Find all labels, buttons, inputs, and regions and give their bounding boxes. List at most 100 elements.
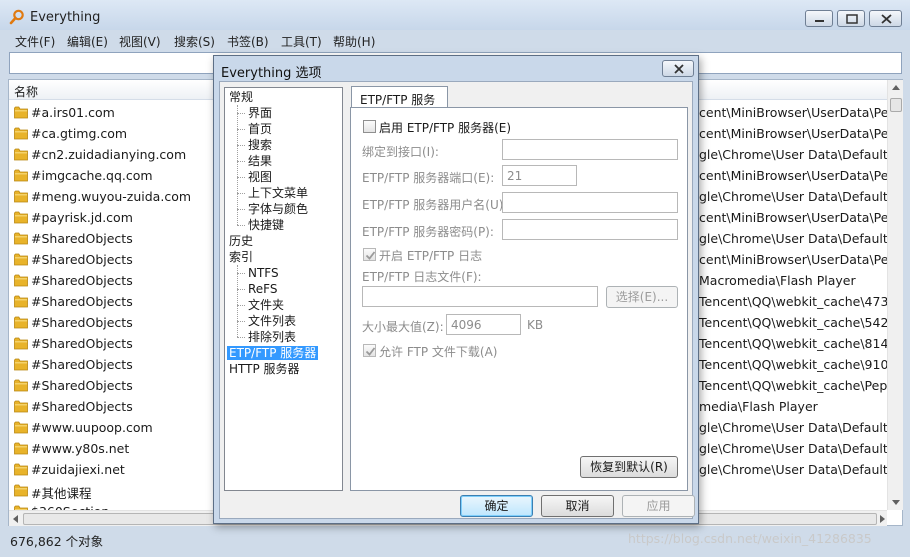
file-name: #www.y80s.net	[31, 441, 130, 456]
tree-connector	[237, 265, 238, 337]
enable-log-checkbox[interactable]	[363, 248, 376, 261]
folder-icon	[14, 169, 28, 182]
tree-item[interactable]: 搜索	[246, 138, 274, 152]
file-path: Tencent\QQ\webkit_cache\91034	[699, 357, 887, 372]
restore-defaults-button[interactable]: 恢复到默认(R)	[580, 456, 678, 478]
tree-item[interactable]: 文件列表	[246, 314, 298, 328]
ok-button[interactable]: 确定	[460, 495, 533, 517]
tree-item[interactable]: 首页	[246, 122, 274, 136]
allow-download-label: 允许 FTP 文件下载(A)	[379, 345, 498, 359]
tree-item[interactable]: 快捷键	[246, 218, 286, 232]
folder-icon	[14, 316, 28, 329]
password-field[interactable]	[502, 219, 678, 240]
tree-item[interactable]: 结果	[246, 154, 274, 168]
close-button[interactable]	[869, 10, 902, 27]
tree-item[interactable]: 上下文菜单	[246, 186, 310, 200]
menu-file[interactable]: 文件(F)	[15, 33, 55, 50]
max-size-label: 大小最大值(Z):	[362, 320, 444, 334]
window-title: Everything	[30, 10, 101, 25]
tree-connector	[237, 289, 245, 290]
tree-item[interactable]: 排除列表	[246, 330, 298, 344]
log-file-label: ETP/FTP 日志文件(F):	[362, 270, 482, 284]
scroll-up-icon[interactable]	[888, 80, 904, 96]
file-path: Macromedia\Flash Player	[699, 273, 856, 288]
enable-ftp-checkbox[interactable]	[363, 120, 376, 133]
enable-ftp-label: 启用 ETP/FTP 服务器(E)	[379, 121, 512, 135]
browse-button[interactable]: 选择(E)...	[606, 286, 678, 308]
file-name: #www.uupoop.com	[31, 420, 153, 435]
tree-connector	[237, 105, 238, 225]
file-name: #SharedObjects	[31, 399, 133, 414]
max-size-field[interactable]: 4096	[446, 314, 521, 335]
menu-help[interactable]: 帮助(H)	[333, 33, 375, 50]
folder-icon	[14, 148, 28, 161]
folder-icon	[14, 400, 28, 413]
apply-button[interactable]: 应用	[622, 495, 695, 517]
tree-connector	[237, 161, 245, 162]
menu-search[interactable]: 搜索(S)	[174, 33, 215, 50]
username-field[interactable]	[502, 192, 678, 213]
menu-edit[interactable]: 编辑(E)	[67, 33, 108, 50]
file-name: #其他课程	[31, 486, 92, 501]
file-path: cent\MiniBrowser\UserData\Pep	[699, 126, 887, 141]
minimize-button[interactable]	[805, 10, 833, 27]
tree-item[interactable]: 索引	[227, 250, 255, 264]
bind-interface-field[interactable]	[502, 139, 678, 160]
folder-icon	[14, 127, 28, 140]
tree-item[interactable]: HTTP 服务器	[227, 362, 302, 376]
file-name: #SharedObjects	[31, 252, 133, 267]
tree-item[interactable]: 文件夹	[246, 298, 286, 312]
tree-connector	[237, 129, 245, 130]
column-name-header[interactable]: 名称	[14, 83, 38, 100]
file-name: #cn2.zuidadianying.com	[31, 147, 187, 162]
tree-connector	[237, 273, 245, 274]
menu-view[interactable]: 视图(V)	[119, 33, 161, 50]
folder-icon	[14, 211, 28, 224]
tree-connector	[237, 177, 245, 178]
tree-connector	[237, 145, 245, 146]
scroll-right-icon[interactable]	[875, 511, 889, 527]
folder-icon	[14, 379, 28, 392]
log-file-field[interactable]	[362, 286, 598, 307]
tree-item[interactable]: NTFS	[246, 266, 281, 280]
file-path: gle\Chrome\User Data\Default\	[699, 462, 887, 477]
tree-item[interactable]: ReFS	[246, 282, 280, 296]
tree-item[interactable]: 字体与颜色	[246, 202, 310, 216]
tab-ftp-server[interactable]: ETP/FTP 服务器	[351, 86, 448, 124]
watermark: https://blog.csdn.net/weixin_41286835	[628, 531, 872, 546]
cancel-button[interactable]: 取消	[541, 495, 614, 517]
file-path: gle\Chrome\User Data\Default\	[699, 147, 887, 162]
allow-download-checkbox[interactable]	[363, 344, 376, 357]
password-label: ETP/FTP 服务器密码(P):	[362, 225, 494, 239]
scroll-down-icon[interactable]	[888, 494, 904, 510]
tree-connector	[237, 321, 245, 322]
vertical-scroll-thumb[interactable]	[890, 98, 902, 112]
tree-item[interactable]: 常规	[227, 90, 255, 104]
file-path: Tencent\QQ\webkit_cache\Pepp	[699, 378, 887, 393]
file-name: #SharedObjects	[31, 231, 133, 246]
file-name: #meng.wuyou-zuida.com	[31, 189, 192, 204]
vertical-scrollbar[interactable]	[887, 80, 903, 510]
file-path: cent\MiniBrowser\UserData\Pep	[699, 168, 887, 183]
checkmark-icon	[365, 251, 376, 260]
tree-connector	[237, 337, 245, 338]
close-icon	[674, 64, 684, 74]
dialog-close-button[interactable]	[662, 60, 694, 77]
tree-item[interactable]: ETP/FTP 服务器	[227, 346, 319, 360]
folder-icon	[14, 442, 28, 455]
tree-item[interactable]: 界面	[246, 106, 274, 120]
file-name: #SharedObjects	[31, 315, 133, 330]
folder-icon	[14, 484, 28, 497]
username-label: ETP/FTP 服务器用户名(U):	[362, 198, 508, 212]
maximize-button[interactable]	[837, 10, 865, 27]
menu-tools[interactable]: 工具(T)	[281, 33, 322, 50]
menu-bookmarks[interactable]: 书签(B)	[227, 33, 269, 50]
tree-item[interactable]: 历史	[227, 234, 255, 248]
scroll-left-icon[interactable]	[9, 511, 23, 527]
file-name: #ca.gtimg.com	[31, 126, 128, 141]
file-path: Tencent\QQ\webkit_cache\54233	[699, 315, 887, 330]
options-tree: 常规界面首页搜索结果视图上下文菜单字体与颜色快捷键历史索引 NTFS ReFS 文件夹…	[224, 87, 343, 491]
port-field[interactable]: 21	[502, 165, 577, 186]
tree-connector	[237, 193, 245, 194]
tree-item[interactable]: 视图	[246, 170, 274, 184]
